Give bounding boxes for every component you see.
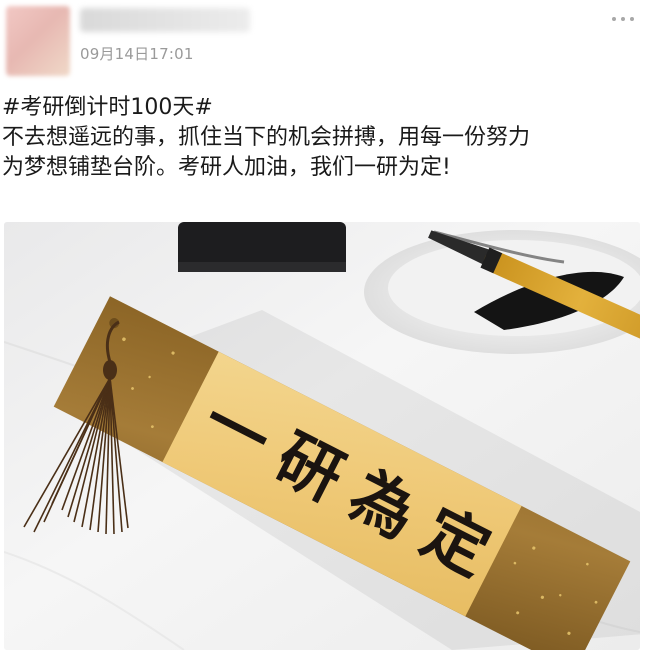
post-card: 09月14日17:01 #考研倒计时100天# 不去想遥远的事，抓住当下的机会拼…: [0, 0, 646, 653]
post-body-line-1: 不去想遥远的事，抓住当下的机会拼搏，用每一份努力: [2, 125, 531, 150]
bookmark-photo-illustration: 一研為定: [4, 222, 640, 650]
more-dots-icon[interactable]: [612, 14, 634, 24]
post-body-line-2: 为梦想铺垫台阶。考研人加油，我们一研为定!: [2, 155, 451, 180]
post-text: #考研倒计时100天# 不去想遥远的事，抓住当下的机会拼搏，用每一份努力 为梦想…: [2, 93, 642, 183]
username-blurred[interactable]: [80, 8, 250, 32]
hashtag-link[interactable]: #考研倒计时100天#: [2, 93, 642, 123]
avatar[interactable]: [6, 6, 70, 76]
post-timestamp: 09月14日17:01: [80, 45, 194, 63]
post-photo[interactable]: 一研為定: [4, 222, 640, 650]
